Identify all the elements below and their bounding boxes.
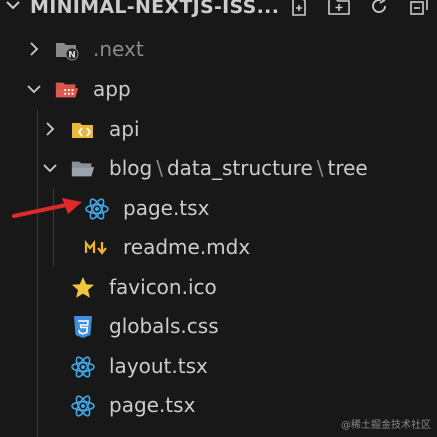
tree-item-label: page.tsx [123,196,210,220]
new-file-icon[interactable] [287,0,311,18]
explorer-title[interactable]: MINIMAL-NEXTJS-ISS... [30,0,279,18]
tree-item-label: page.tsx [109,393,196,417]
next-folder-icon: N [54,37,80,63]
tree-item-favicon[interactable]: favicon.ico [0,268,437,307]
app-folder-open-icon [54,77,80,103]
watermark: @稀土掘金技术社区 [341,420,431,431]
tree-item-label: .next [93,37,144,61]
compact-folder-path: blog \ data_structure \ tree [109,155,368,181]
tree-item-label: api [109,117,140,141]
react-icon [70,393,96,419]
chevron-right-icon [24,39,44,59]
tree-item-label: app [93,77,131,101]
react-icon [70,354,96,380]
path-separator-icon: \ [156,156,163,180]
react-icon [84,196,110,222]
chevron-right-icon [40,119,60,139]
chevron-down-icon[interactable] [2,0,24,16]
explorer-actions [287,0,431,18]
folder-open-icon [70,156,96,182]
path-separator-icon: \ [316,156,324,180]
tree-item-label: layout.tsx [109,354,208,378]
tree-item-api[interactable]: api [0,110,437,149]
tree-item-label: readme.mdx [123,235,251,259]
tree-item-globals[interactable]: globals.css [0,307,437,346]
css-icon [70,314,96,340]
tree-item-next[interactable]: N .next [0,30,437,69]
star-icon [70,275,96,301]
markdown-icon [84,235,110,261]
chevron-down-icon [24,79,44,99]
api-folder-icon [70,117,96,143]
collapse-all-icon[interactable] [407,0,431,18]
path-segment[interactable]: blog [109,156,152,180]
tree-item-layout[interactable]: layout.tsx [0,347,437,386]
tree-item-label: favicon.ico [109,275,217,299]
tree-item-app[interactable]: app [0,70,437,109]
new-folder-icon[interactable] [327,0,351,18]
path-segment[interactable]: data_structure [167,156,313,180]
refresh-icon[interactable] [367,0,391,18]
chevron-down-icon [40,158,60,178]
tree-item-readme[interactable]: readme.mdx [0,228,437,267]
tree-item-blog[interactable]: blog \ data_structure \ tree [0,149,437,188]
tree-item-label: globals.css [109,314,219,338]
explorer-header: MINIMAL-NEXTJS-ISS... [0,0,437,30]
annotation-arrow-icon [12,196,84,226]
path-segment[interactable]: tree [328,156,368,180]
svg-text:N: N [68,51,76,61]
file-explorer: MINIMAL-NEXTJS-ISS... N .next app api bl… [0,0,437,437]
